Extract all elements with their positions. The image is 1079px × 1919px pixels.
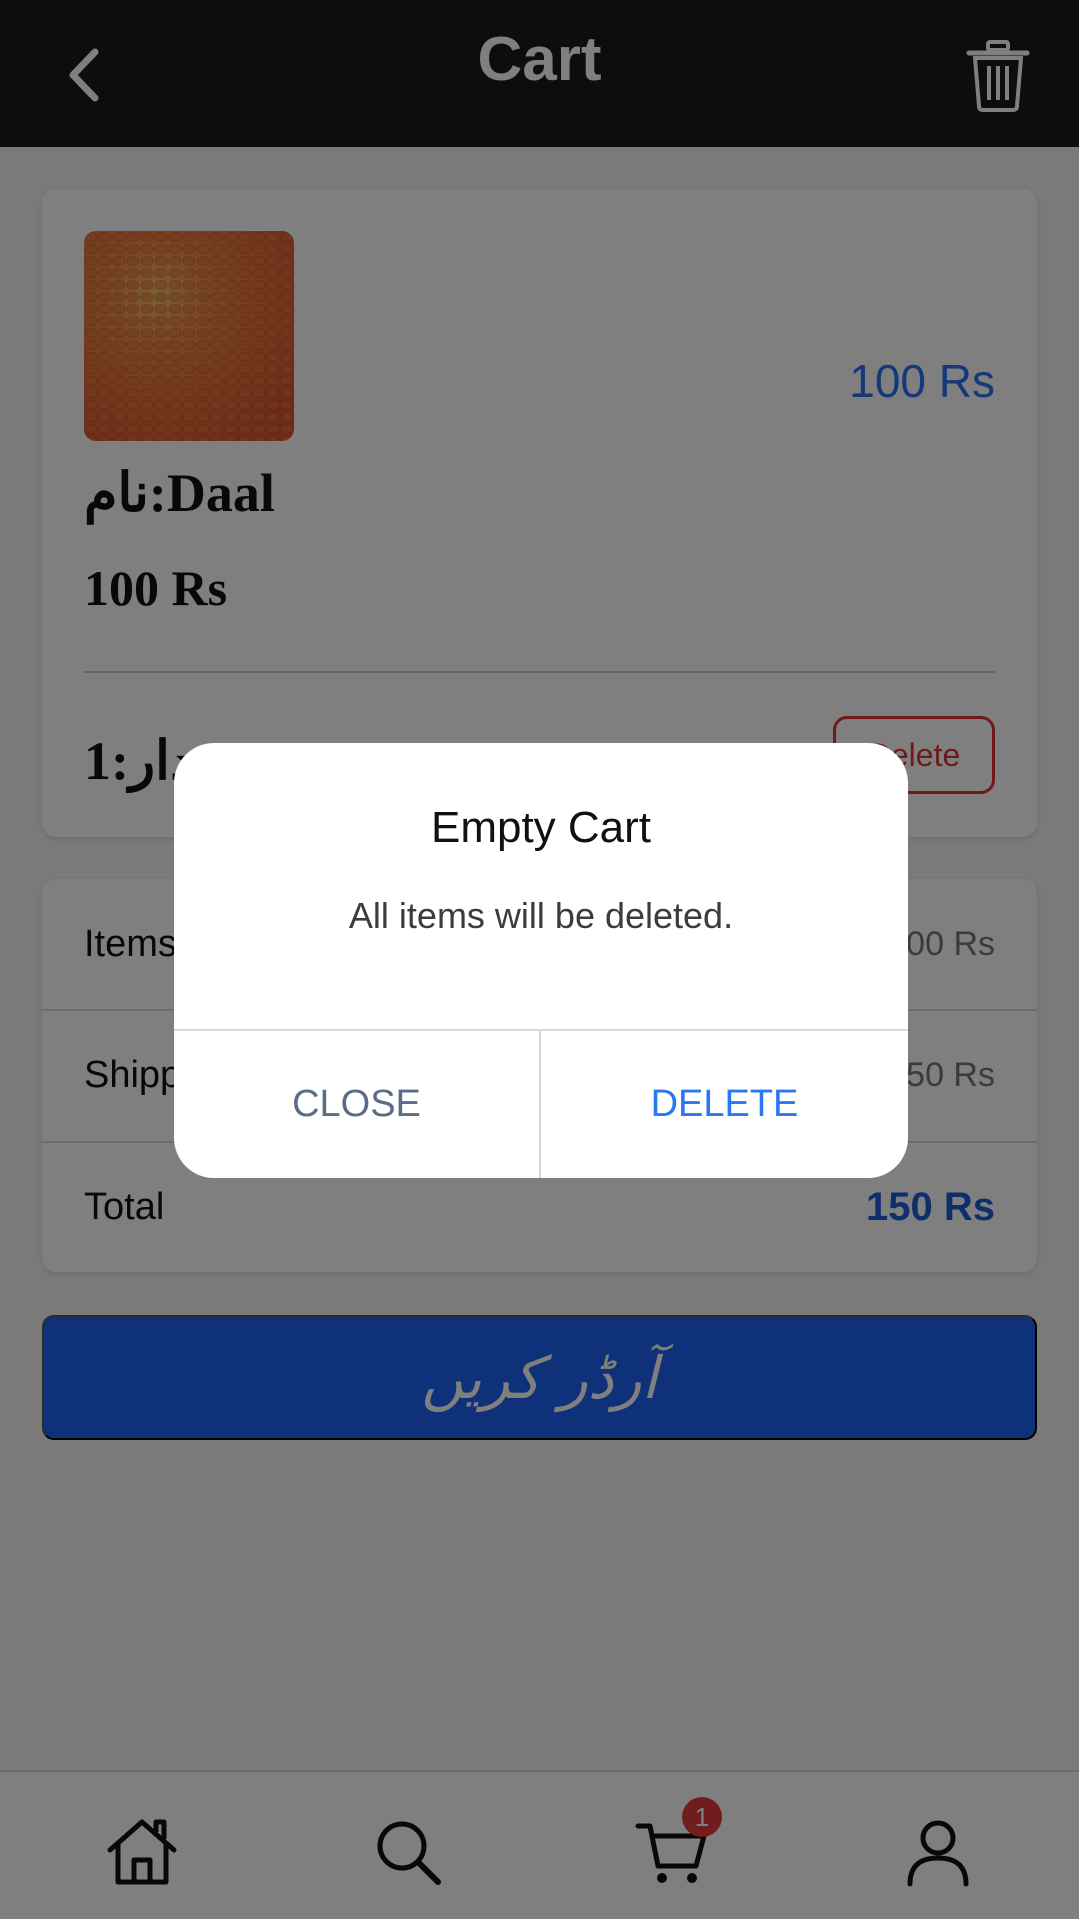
dialog-message: All items will be deleted. xyxy=(348,895,734,936)
dialog-title: Empty Cart xyxy=(430,803,652,852)
empty-cart-dialog: Empty Cart All items will be deleted. CL… xyxy=(174,743,908,1178)
close-button[interactable]: CLOSE xyxy=(174,1031,541,1178)
confirm-delete-button[interactable]: DELETE xyxy=(541,1031,908,1178)
